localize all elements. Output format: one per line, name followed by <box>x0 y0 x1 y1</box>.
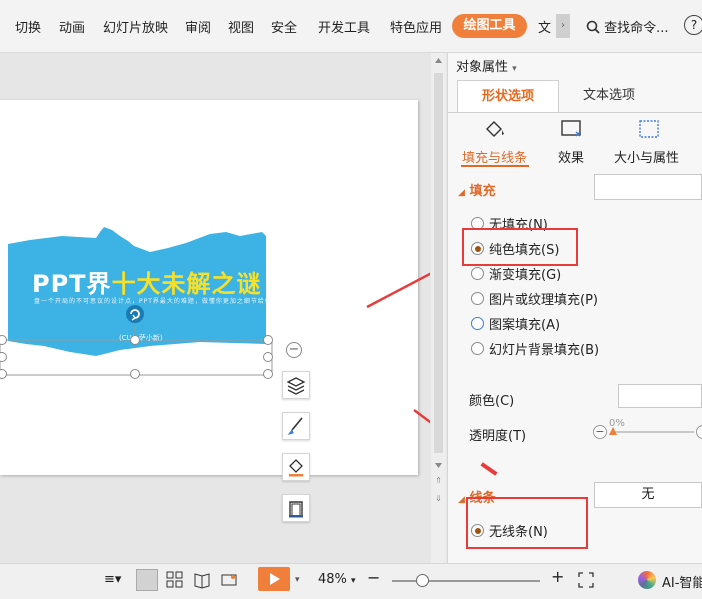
slide-subtitle: 盘一个开局的不可思议的设计点，PPT界最大的难题，做懂你更加之细节给你 <box>34 298 272 305</box>
resize-handle-mr[interactable] <box>263 352 273 362</box>
rotate-handle-icon[interactable] <box>126 305 144 323</box>
collapse-icon[interactable]: − <box>286 342 302 358</box>
ai-assistant-icon[interactable] <box>638 571 656 589</box>
effects-icon[interactable] <box>558 118 586 142</box>
line-preset-dropdown[interactable]: 无 <box>594 482 702 508</box>
transparency-decrease-icon[interactable]: − <box>593 425 607 439</box>
zoom-slider-thumb[interactable] <box>416 574 429 587</box>
icon-tab-fill-line[interactable]: 填充与线条 <box>462 147 527 166</box>
radio-pattern-fill[interactable]: 图案填充(A) <box>471 314 561 333</box>
color-picker[interactable] <box>618 384 702 408</box>
play-icon <box>270 573 280 585</box>
radio-slide-background-fill[interactable]: 幻灯片背景填充(B) <box>471 339 600 358</box>
radio-picture-fill-label: 图片或纹理填充(P) <box>489 293 598 308</box>
collapse-triangle-icon: ◢ <box>458 188 465 198</box>
fill-line-icon[interactable] <box>482 118 510 142</box>
normal-view-button[interactable] <box>136 569 158 591</box>
play-options-chevron-icon[interactable]: ▾ <box>295 575 300 585</box>
scroll-down-icon[interactable] <box>435 463 442 468</box>
collapse-triangle-icon: ◢ <box>458 495 465 505</box>
slide-caption: (CUC 萨小新) <box>119 334 163 342</box>
radio-pattern-fill-icon <box>471 317 484 330</box>
outline-button[interactable] <box>282 494 310 522</box>
color-label: 颜色(C) <box>469 394 515 409</box>
radio-slide-background-fill-label: 幻灯片背景填充(B) <box>489 343 600 358</box>
radio-gradient-fill-label: 渐变填充(G) <box>489 268 562 283</box>
radio-picture-fill[interactable]: 图片或纹理填充(P) <box>471 289 598 308</box>
tab-shape-options[interactable]: 形状选项 <box>457 80 559 113</box>
brush-icon <box>287 417 303 435</box>
radio-gradient-fill[interactable]: 渐变填充(G) <box>471 264 562 283</box>
resize-handle-tr[interactable] <box>263 335 273 345</box>
zoom-level[interactable]: 48% ▾ <box>318 572 356 587</box>
tab-divider <box>448 112 702 113</box>
slide-title: PPT界十大未解之谜 <box>32 264 262 299</box>
vertical-scrollbar[interactable]: ⇑ ⇓ <box>431 53 446 563</box>
radio-pattern-fill-label: 图案填充(A) <box>489 318 561 333</box>
highlight-no-line <box>466 497 588 549</box>
radio-slide-background-fill-icon <box>471 342 484 355</box>
scrollbar-arrows: ⇑ ⇓ <box>434 58 443 503</box>
layers-icon <box>286 377 306 395</box>
transparency-label: 透明度(T) <box>469 429 527 444</box>
outline-icon <box>289 501 303 518</box>
ai-assistant-label[interactable]: AI-智能 <box>662 572 702 591</box>
fill-preset-dropdown[interactable] <box>594 174 702 200</box>
slide-title-part1: PPT界 <box>32 270 112 298</box>
resize-handle-bc[interactable] <box>130 369 140 379</box>
fill-heading-label: 填充 <box>469 184 496 199</box>
menu-drawing-tools[interactable]: 绘图工具 <box>452 14 527 38</box>
radio-gradient-fill-icon <box>471 267 484 280</box>
fill-section-heading[interactable]: ◢ 填充 <box>458 180 495 199</box>
slide-sorter-icon[interactable] <box>166 571 184 589</box>
resize-handle-tc[interactable] <box>130 335 140 345</box>
zoom-slider-track[interactable] <box>392 580 540 582</box>
search-command[interactable]: 查找命令... <box>586 17 669 36</box>
menu-scroll-right-icon[interactable]: › <box>556 14 570 38</box>
radio-picture-fill-icon <box>471 292 484 305</box>
transparency-slider-track[interactable] <box>612 431 694 433</box>
fill-button[interactable] <box>282 453 310 481</box>
highlight-solid-fill <box>462 228 578 266</box>
zoom-chevron-icon: ▾ <box>351 576 356 586</box>
annotation-arrow-line <box>413 408 430 424</box>
presenter-view-icon[interactable] <box>220 571 238 589</box>
reading-view-icon[interactable] <box>193 571 211 589</box>
page-up-icon[interactable]: ⇑ <box>435 476 442 485</box>
icon-tab-effects[interactable]: 效果 <box>558 147 584 166</box>
search-icon <box>586 20 600 34</box>
zoom-in-icon[interactable]: + <box>551 567 564 586</box>
brush-button[interactable] <box>282 412 310 440</box>
size-properties-icon[interactable] <box>636 118 664 142</box>
tab-text-options[interactable]: 文本选项 <box>559 80 659 112</box>
layer-button[interactable] <box>282 371 310 399</box>
chevron-down-icon: ▾ <box>512 64 517 74</box>
play-slideshow-button[interactable] <box>258 567 290 591</box>
zoom-level-label: 48% <box>318 572 347 587</box>
resize-handle-br[interactable] <box>263 369 273 379</box>
panel-title-label: 对象属性 <box>456 60 509 75</box>
icon-tab-underline <box>461 165 529 167</box>
fit-window-icon[interactable] <box>578 572 594 588</box>
notes-toggle-icon[interactable]: ≡▾ <box>104 572 121 587</box>
zoom-out-icon[interactable]: − <box>367 568 380 587</box>
page-down-icon[interactable]: ⇓ <box>435 494 442 503</box>
annotation-arrow-fill <box>366 272 430 309</box>
menu-overflow[interactable]: 文 <box>538 17 551 36</box>
slide-title-part2: 十大未解之谜 <box>111 270 262 298</box>
help-icon[interactable]: ? <box>684 15 702 35</box>
scrollbar-thumb[interactable] <box>434 73 443 453</box>
transparency-slider-thumb[interactable] <box>608 426 618 436</box>
search-command-label: 查找命令... <box>604 21 669 36</box>
icon-tab-size-properties[interactable]: 大小与属性 <box>614 147 679 166</box>
fill-bucket-icon <box>289 459 303 477</box>
scroll-up-icon[interactable] <box>435 58 442 63</box>
panel-title[interactable]: 对象属性 ▾ <box>456 56 517 75</box>
